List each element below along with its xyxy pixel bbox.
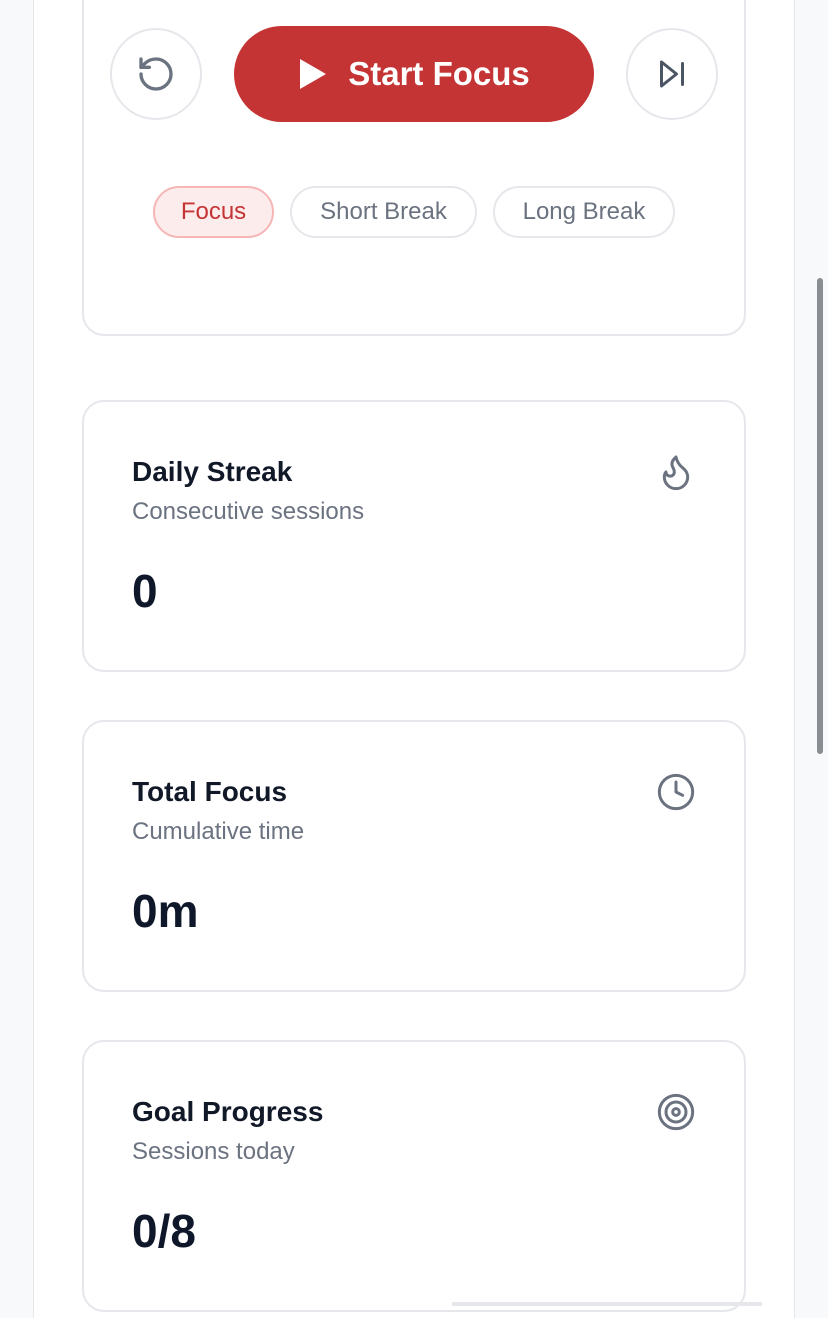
scrollbar[interactable]: [817, 278, 823, 754]
stat-title: Daily Streak: [132, 456, 293, 487]
stat-subtitle: Consecutive sessions: [132, 498, 365, 525]
start-focus-button[interactable]: Start Focus: [234, 26, 594, 122]
skip-next-icon: [660, 60, 684, 88]
start-focus-label: Start Focus: [348, 55, 530, 92]
play-icon: [300, 59, 327, 89]
stat-value: 0: [132, 565, 158, 617]
stat-title: Goal Progress: [132, 1096, 324, 1127]
flame-icon: [662, 455, 690, 491]
skip-button[interactable]: [626, 28, 718, 120]
target-icon: [657, 1093, 695, 1131]
stat-subtitle: Cumulative time: [132, 818, 305, 845]
mode-tab-short-break[interactable]: Short Break: [290, 186, 477, 238]
stat-value: 0m: [132, 885, 199, 937]
mode-tab-label: Short Break: [320, 198, 447, 225]
total-focus-card: Total Focus Cumulative time 0m: [82, 720, 746, 992]
reset-icon: [139, 57, 173, 91]
goal-progress-card: Goal Progress Sessions today 0/8: [82, 1040, 746, 1312]
mode-tab-focus[interactable]: Focus: [153, 186, 274, 238]
mode-tab-long-break[interactable]: Long Break: [493, 186, 675, 238]
bottom-edge-divider: [452, 1302, 762, 1306]
stat-title: Total Focus: [132, 776, 288, 807]
daily-streak-card: Daily Streak Consecutive sessions 0: [82, 400, 746, 672]
mode-tab-label: Long Break: [522, 198, 646, 225]
clock-icon: [657, 773, 695, 811]
reset-button[interactable]: [110, 28, 202, 120]
mode-tab-label: Focus: [180, 198, 247, 225]
stat-value: 0/8: [132, 1205, 196, 1257]
stat-subtitle: Sessions today: [132, 1138, 295, 1165]
